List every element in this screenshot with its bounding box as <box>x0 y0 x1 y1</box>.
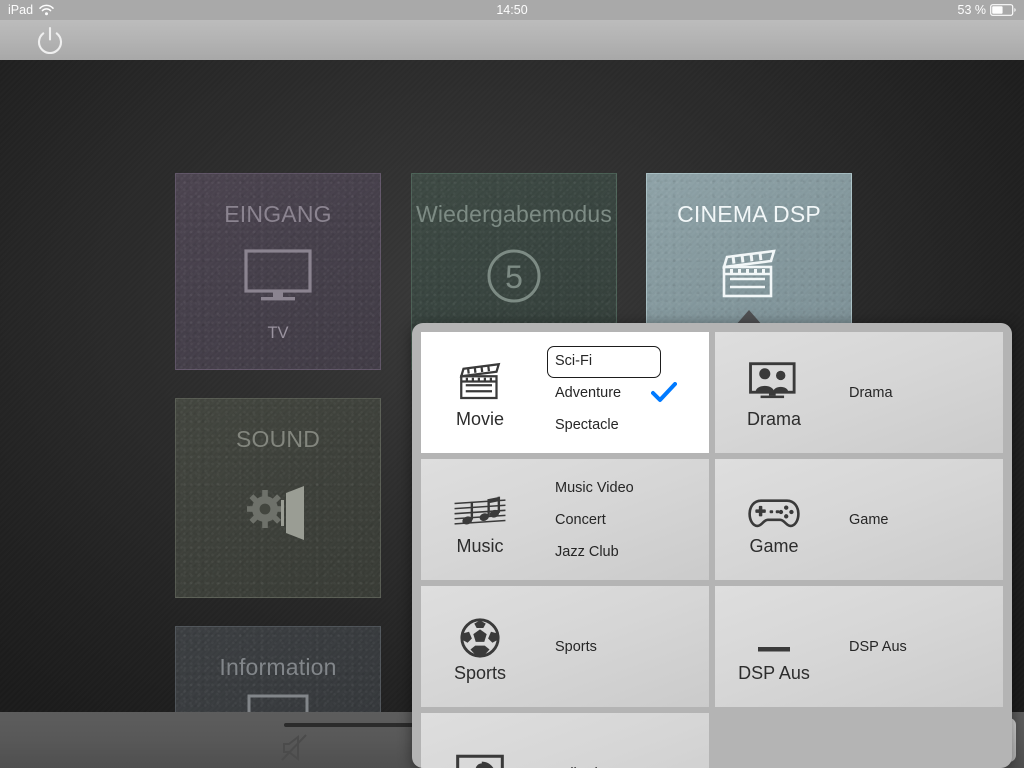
battery-icon <box>990 4 1016 16</box>
dsp-option-concert[interactable]: Concert <box>539 504 695 536</box>
dsp-option-list-game: Game <box>833 459 1003 580</box>
dsp-panel-dsp-aus[interactable]: DSP Aus DSP Aus <box>715 586 1003 707</box>
talk-show-icon <box>455 745 505 768</box>
dsp-option-drama[interactable]: Drama <box>833 377 989 409</box>
checkmark-icon <box>651 381 677 404</box>
dsp-category-label: DSP Aus <box>738 663 810 683</box>
dsp-panel-game[interactable]: Game Game <box>715 459 1003 580</box>
clapperboard-icon <box>456 353 504 405</box>
dsp-category-movie: Movie <box>421 332 539 453</box>
dsp-category-label: Drama <box>746 409 801 429</box>
app-top-bar <box>0 20 1024 60</box>
power-button[interactable] <box>34 24 66 56</box>
dash-icon <box>754 607 794 659</box>
dsp-option-label: Music Video <box>555 479 634 496</box>
drama-people-tv-icon <box>748 353 800 405</box>
dsp-category-drama: Drama <box>715 332 833 453</box>
tile-wiedergabemodus-title: Wiedergabemodus <box>415 201 613 227</box>
soccer-ball-icon <box>459 607 501 659</box>
ipad-screen: EINGANG TV Wiedergabemodus 5 5 BEAM <box>0 0 1024 768</box>
dsp-option-label: Drama <box>849 384 893 401</box>
cinema-dsp-popover: Movie Sci-Fi Adventure Spectacle Drama D… <box>412 323 1012 768</box>
gamepad-icon <box>747 480 801 532</box>
dsp-option-sports[interactable]: Sports <box>539 631 695 663</box>
tile-eingang[interactable]: EINGANG TV <box>175 173 381 370</box>
ios-status-bar: iPad 14:50 53 % <box>0 0 1024 20</box>
dsp-category-talk-show <box>421 713 539 768</box>
dsp-option-sci-fi[interactable]: Sci-Fi <box>539 345 695 378</box>
dsp-panel-sports[interactable]: Sports Sports <box>421 586 709 707</box>
dsp-option-label: Game <box>849 511 889 528</box>
dsp-option-music-video[interactable]: Music Video <box>539 472 695 504</box>
dsp-category-sports: Sports <box>421 586 539 707</box>
tv-monitor-icon <box>176 228 380 324</box>
tile-eingang-value: TV <box>267 324 289 342</box>
status-bar-right: 53 % <box>958 0 1017 20</box>
music-notes-icon <box>452 480 508 532</box>
dsp-option-talk-show[interactable]: Talk Show <box>539 758 695 768</box>
dsp-category-label: Sports <box>453 663 507 683</box>
dsp-panel-grid: Movie Sci-Fi Adventure Spectacle Drama D… <box>421 332 1003 768</box>
dsp-option-adventure[interactable]: Adventure <box>539 377 695 409</box>
dsp-option-list-music: Music Video Concert Jazz Club <box>539 459 709 580</box>
dsp-option-spectacle[interactable]: Spectacle <box>539 409 695 441</box>
tile-sound[interactable]: SOUND <box>175 398 381 598</box>
dsp-option-list-movie: Sci-Fi Adventure Spectacle <box>539 332 709 453</box>
dsp-category-label: Game <box>749 536 799 556</box>
dsp-option-list-drama: Drama <box>833 332 1003 453</box>
dsp-option-label: Adventure <box>555 384 622 401</box>
dsp-option-label: DSP Aus <box>849 638 907 655</box>
dsp-option-label: Jazz Club <box>555 543 619 560</box>
status-bar-time: 14:50 <box>496 3 528 17</box>
dsp-option-label: Spectacle <box>555 416 619 433</box>
dsp-category-label: Music <box>456 536 504 556</box>
dsp-option-dsp-aus[interactable]: DSP Aus <box>833 631 989 663</box>
dsp-category-label: Movie <box>455 409 504 429</box>
dsp-option-list-talk-show: Talk Show <box>539 713 709 768</box>
dsp-option-list-sports: Sports <box>539 586 709 707</box>
dsp-category-game: Game <box>715 459 833 580</box>
dsp-panel-movie[interactable]: Movie Sci-Fi Adventure Spectacle <box>421 332 709 453</box>
dsp-option-label: Sci-Fi <box>555 352 593 369</box>
gear-speaker-icon <box>176 453 380 571</box>
tile-information-title: Information <box>219 654 337 680</box>
dsp-panel-music[interactable]: Music Music Video Concert Jazz Club <box>421 459 709 580</box>
mute-speaker-icon[interactable] <box>276 732 316 764</box>
dsp-category-music: Music <box>421 459 539 580</box>
tile-cinema-dsp-title: CINEMA DSP <box>677 201 821 227</box>
dsp-category-dsp-aus: DSP Aus <box>715 586 833 707</box>
dsp-option-list-dsp-aus: DSP Aus <box>833 586 1003 707</box>
dsp-option-game[interactable]: Game <box>833 504 989 536</box>
dsp-panel-talk-show[interactable]: Talk Show <box>421 713 709 768</box>
tile-eingang-title: EINGANG <box>224 201 332 227</box>
dsp-option-label: Sports <box>555 638 597 655</box>
dsp-option-jazz-club[interactable]: Jazz Club <box>539 536 695 568</box>
svg-text:5: 5 <box>505 259 523 295</box>
dsp-option-label: Concert <box>555 511 606 528</box>
tile-sound-title: SOUND <box>235 426 321 452</box>
battery-percent-label: 53 % <box>957 3 987 17</box>
dsp-panel-drama[interactable]: Drama Drama <box>715 332 1003 453</box>
circle-five-icon: 5 <box>412 228 616 324</box>
